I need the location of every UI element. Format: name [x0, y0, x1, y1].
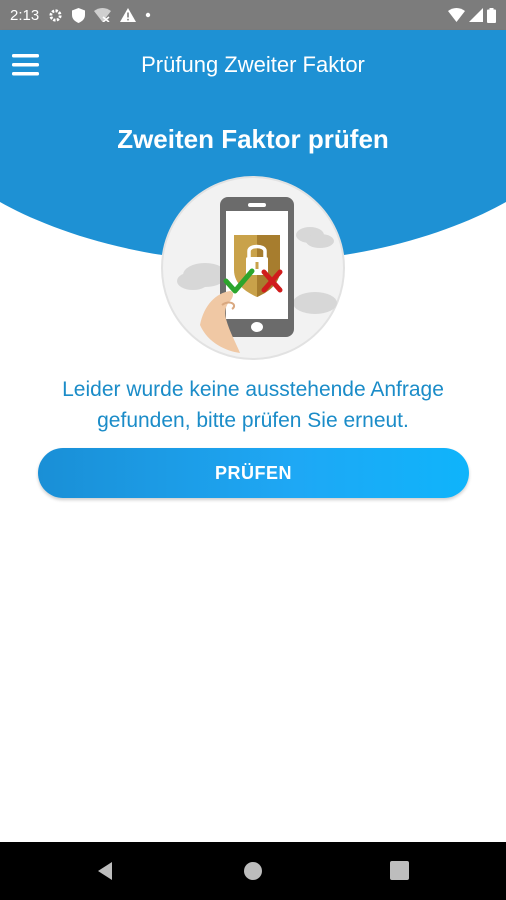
menu-icon[interactable]: [12, 52, 40, 78]
section-heading: Zweiten Faktor prüfen: [117, 124, 389, 154]
page-title: Prüfung Zweiter Faktor: [141, 52, 365, 77]
shield-icon: [72, 7, 86, 23]
check-button[interactable]: PRÜFEN: [38, 448, 469, 498]
phone-verification-icon: [160, 175, 346, 361]
app-bar: Prüfung Zweiter Faktor: [0, 30, 506, 100]
status-right: [448, 7, 506, 23]
signal-icon: [469, 8, 483, 22]
settings-icon: [48, 8, 63, 23]
navigation-bar: [0, 842, 506, 900]
home-icon[interactable]: [243, 861, 263, 886]
battery-icon: [487, 7, 496, 23]
recents-icon[interactable]: [390, 861, 409, 885]
status-left: 2:13: [0, 7, 151, 24]
warning-icon: [120, 8, 137, 22]
status-bar: 2:13: [0, 0, 506, 30]
wifi-off-icon: [94, 8, 112, 22]
dot-icon: [145, 12, 151, 18]
status-message: Leider wurde keine ausstehende Anfrage g…: [62, 378, 444, 432]
status-time: 2:13: [10, 6, 40, 24]
back-icon[interactable]: [96, 861, 116, 886]
wifi-icon: [448, 8, 465, 22]
